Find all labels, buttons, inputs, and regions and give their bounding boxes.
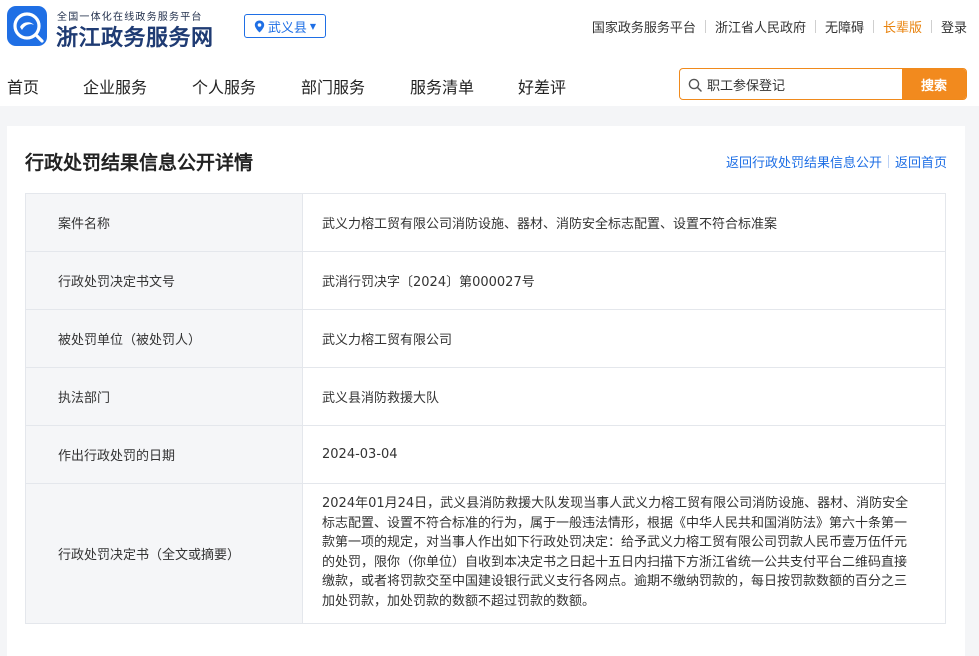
table-row: 行政处罚决定书（全文或摘要） 2024年01月24日，武义县消防救援大队发现当事… (25, 483, 946, 624)
table-row: 被处罚单位（被处罚人） 武义力榕工贸有限公司 (25, 309, 946, 368)
divider (872, 20, 874, 33)
table-row: 作出行政处罚的日期 2024-03-04 (25, 425, 946, 484)
link-elder-mode[interactable]: 长辈版 (883, 17, 922, 36)
link-national-platform[interactable]: 国家政务服务平台 (592, 17, 696, 36)
search-button[interactable]: 搜索 (902, 69, 966, 99)
table-row: 执法部门 武义县消防救援大队 (25, 367, 946, 426)
row-label: 被处罚单位（被处罚人） (25, 309, 303, 368)
search-icon (688, 77, 702, 92)
nav-item-home[interactable]: 首页 (7, 74, 39, 98)
row-value: 2024年01月24日，武义县消防救援大队发现当事人武义力榕工贸有限公司消防设施… (302, 483, 946, 624)
divider (930, 20, 932, 33)
row-value: 武义力榕工贸有限公司消防设施、器材、消防安全标志配置、设置不符合标准案 (302, 193, 946, 252)
row-label: 案件名称 (25, 193, 303, 252)
row-value: 武义县消防救援大队 (302, 367, 946, 426)
nav-item-personal[interactable]: 个人服务 (192, 74, 256, 98)
row-value: 武义力榕工贸有限公司 (302, 309, 946, 368)
table-row: 行政处罚决定书文号 武消行罚决字〔2024〕第000027号 (25, 251, 946, 310)
panel-links: 返回行政处罚结果信息公开 返回首页 (726, 152, 947, 171)
table-row: 案件名称 武义力榕工贸有限公司消防设施、器材、消防安全标志配置、设置不符合标准案 (25, 193, 946, 252)
link-accessibility[interactable]: 无障碍 (825, 17, 864, 36)
detail-table: 案件名称 武义力榕工贸有限公司消防设施、器材、消防安全标志配置、设置不符合标准案… (25, 193, 946, 624)
chevron-down-icon: ▼ (309, 21, 317, 31)
row-label: 行政处罚决定书（全文或摘要） (25, 483, 303, 624)
logo-title[interactable]: 浙江政务服务网 (56, 20, 214, 52)
top-links: 国家政务服务平台 浙江省人民政府 无障碍 长辈版 登录 (592, 17, 967, 36)
divider (704, 20, 706, 33)
link-back-to-list[interactable]: 返回行政处罚结果信息公开 (726, 152, 882, 171)
row-value: 武消行罚决字〔2024〕第000027号 (302, 251, 946, 310)
row-label: 作出行政处罚的日期 (25, 425, 303, 484)
page-title: 行政处罚结果信息公开详情 (25, 152, 254, 174)
link-login[interactable]: 登录 (941, 17, 967, 36)
row-label: 执法部门 (25, 367, 303, 426)
row-label: 行政处罚决定书文号 (25, 251, 303, 310)
search-input[interactable] (707, 69, 897, 99)
divider (887, 155, 889, 168)
nav-item-enterprise[interactable]: 企业服务 (83, 74, 147, 98)
link-provincial-government[interactable]: 浙江省人民政府 (715, 17, 806, 36)
nav-item-department[interactable]: 部门服务 (301, 74, 365, 98)
site-header: 全国一体化在线政务服务平台 浙江政务服务网 武义县 ▼ 国家政务服务平台 浙江省… (0, 0, 979, 106)
site-logo-icon[interactable] (7, 6, 47, 46)
region-label: 武义县 (267, 20, 307, 36)
region-selector[interactable]: 武义县 ▼ (244, 14, 326, 38)
location-pin-icon (254, 20, 265, 33)
search-box: 搜索 (679, 68, 967, 100)
link-back-home[interactable]: 返回首页 (895, 152, 947, 171)
divider (814, 20, 816, 33)
nav-item-service-list[interactable]: 服务清单 (410, 74, 474, 98)
detail-panel: 行政处罚结果信息公开详情 返回行政处罚结果信息公开 返回首页 案件名称 武义力榕… (7, 126, 965, 656)
nav-item-rating[interactable]: 好差评 (518, 74, 566, 98)
row-value: 2024-03-04 (302, 425, 946, 484)
